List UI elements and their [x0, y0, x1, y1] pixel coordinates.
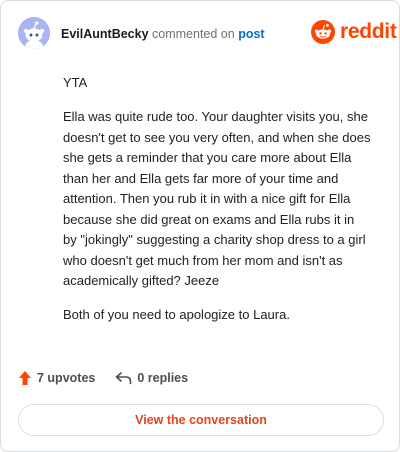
upvotes-label: 7 upvotes	[37, 371, 96, 385]
reddit-alien-icon	[311, 20, 335, 44]
comment-embed-card: EvilAuntBecky commented on post reddit Y…	[0, 0, 400, 452]
reddit-logo[interactable]: reddit	[311, 20, 397, 44]
reply-count[interactable]: 0 replies	[115, 371, 188, 385]
user-avatar-icon[interactable]	[18, 17, 50, 49]
reply-arrow-icon	[116, 372, 132, 385]
replies-label: 0 replies	[137, 371, 189, 385]
comment-actions: 7 upvotes 0 replies	[18, 370, 188, 386]
comment-paragraph: Both of you need to apologize to Laura.	[63, 307, 290, 322]
comment-paragraph: YTA	[63, 75, 88, 90]
comment-header: EvilAuntBecky commented on post	[61, 27, 265, 41]
upvote-count[interactable]: 7 upvotes	[18, 370, 95, 386]
post-link[interactable]: post	[238, 27, 264, 41]
comment-paragraph: Ella was quite rude too. Your daughter v…	[63, 109, 371, 288]
reddit-wordmark: reddit	[340, 20, 397, 43]
upvote-arrow-icon	[19, 371, 31, 385]
commented-on-text: commented on	[152, 27, 235, 41]
view-conversation-button[interactable]: View the conversation	[18, 404, 384, 436]
username-link[interactable]: EvilAuntBecky	[61, 27, 149, 41]
comment-body: YTA Ella was quite rude too. Your daught…	[63, 73, 371, 339]
